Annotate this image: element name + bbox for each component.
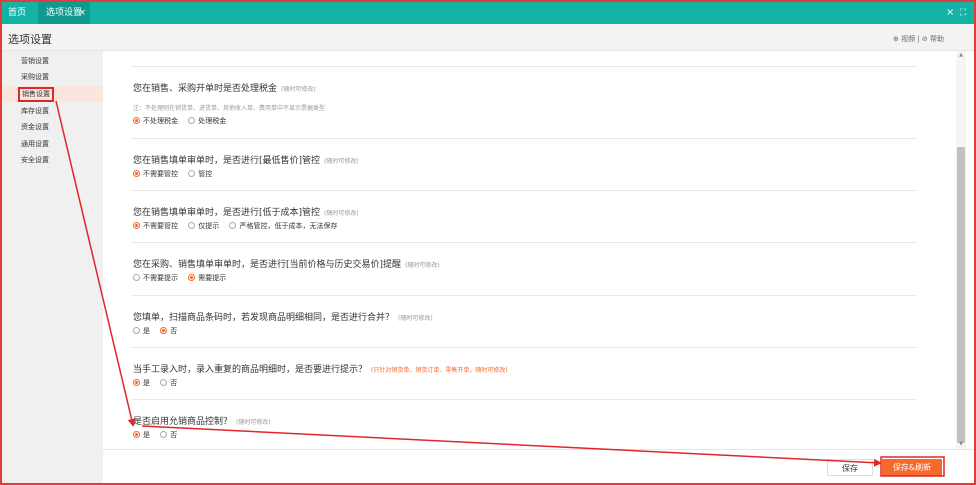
radio-option[interactable]: 管控 bbox=[188, 169, 212, 179]
save-button[interactable]: 保存 bbox=[827, 459, 873, 476]
radio-icon bbox=[160, 379, 168, 386]
radio-icon bbox=[188, 117, 196, 124]
radio-icon bbox=[188, 222, 196, 229]
save-refresh-button[interactable]: 保存&刷新 bbox=[882, 459, 942, 476]
modify-tag: (随时可修改) bbox=[236, 419, 271, 426]
radio-option[interactable]: 处理税金 bbox=[188, 116, 226, 126]
radio-icon bbox=[160, 431, 168, 438]
sidebar-item-inventory[interactable]: 库存设置 bbox=[2, 103, 103, 119]
radio-selected-icon bbox=[188, 274, 196, 281]
maximize-icon[interactable]: ⛶ bbox=[960, 2, 966, 24]
help-link[interactable]: ⊘ 帮助 bbox=[922, 35, 944, 43]
radio-option[interactable]: 是 bbox=[133, 326, 150, 336]
setting-below-cost: 您在销售填单审单时，是否进行[低于成本]管控 (随时可修改) 不需要管控 仅提示 … bbox=[131, 190, 917, 242]
radio-option[interactable]: 严格管控，低于成本，无法保存 bbox=[229, 221, 337, 231]
modify-tag: (随时可修改) bbox=[398, 315, 433, 322]
setting-title: 您在销售、采购开单时是否处理税金 (随时可修改) bbox=[133, 84, 316, 94]
radio-selected-icon bbox=[133, 170, 140, 177]
radio-selected-icon bbox=[133, 222, 140, 229]
sidebar-item-sales[interactable]: 销售设置 bbox=[2, 86, 103, 102]
tab-label: 选项设置 bbox=[46, 8, 83, 18]
radio-selected-icon bbox=[133, 431, 140, 438]
setting-title: 您填单，扫描商品条码时，若发现商品明细相同，是否进行合并？ (随时可修改) bbox=[133, 313, 433, 323]
settings-panel: 您在销售、采购开单时是否处理税金 (随时可修改) 注：不处理则在销货单、进货单、其… bbox=[103, 51, 956, 449]
separator: | bbox=[917, 35, 920, 43]
footer-bar: 保存 保存&刷新 bbox=[103, 449, 974, 483]
scroll-down-icon[interactable]: ▼ bbox=[957, 441, 965, 447]
radio-icon bbox=[188, 170, 196, 177]
radio-icon bbox=[133, 327, 140, 334]
modify-tag: (随时可修改) bbox=[324, 210, 359, 217]
radio-option[interactable]: 是 bbox=[133, 378, 150, 388]
setting-tax: 您在销售、采购开单时是否处理税金 (随时可修改) 注：不处理则在销货单、进货单、其… bbox=[131, 66, 917, 138]
radio-option[interactable]: 否 bbox=[160, 378, 177, 388]
sidebar-item-security[interactable]: 安全设置 bbox=[2, 152, 103, 168]
setting-note: 注：不处理则在销货单、进货单、其他收入单、费用单中不显示票据类型 bbox=[133, 105, 326, 112]
radio-selected-icon bbox=[133, 117, 140, 124]
setting-title: 当手工录入时，录入重复的商品明细时，是否要进行提示？ (只针对销货单、销货订单、零… bbox=[133, 365, 508, 375]
radio-option[interactable]: 不需要提示 bbox=[133, 273, 178, 283]
radio-option[interactable]: 否 bbox=[160, 326, 177, 336]
radio-icon bbox=[133, 274, 140, 281]
radio-selected-icon bbox=[160, 327, 168, 334]
radio-option[interactable]: 需要提示 bbox=[188, 273, 226, 283]
setting-barcode-merge: 您填单，扫描商品条码时，若发现商品明细相同，是否进行合并？ (随时可修改) 是 否 bbox=[131, 295, 917, 347]
setting-price-reminder: 您在采购、销售填单审单时，是否进行[当前价格与历史交易价]提醒 (随时可修改) 不… bbox=[131, 242, 917, 295]
radio-option[interactable]: 不需要管控 bbox=[133, 169, 178, 179]
setting-title: 您在销售填单审单时，是否进行[低于成本]管控 (随时可修改) bbox=[133, 208, 359, 218]
modify-tag: (随时可修改) bbox=[405, 262, 440, 269]
modify-tag: (只针对销货单、销货订单、零售开单，随时可修改) bbox=[371, 367, 508, 374]
page-header: 选项设置 ⊕ 视频 | ⊘ 帮助 bbox=[2, 24, 974, 51]
tab-home[interactable]: 首页 bbox=[8, 2, 26, 24]
help-links: ⊕ 视频 | ⊘ 帮助 bbox=[893, 34, 944, 44]
scroll-up-icon[interactable]: ▲ bbox=[957, 52, 965, 58]
radio-option[interactable]: 否 bbox=[160, 430, 177, 440]
radio-option[interactable]: 不处理税金 bbox=[133, 116, 178, 126]
radio-option[interactable]: 仅提示 bbox=[188, 221, 219, 231]
scroll-thumb[interactable] bbox=[957, 147, 965, 443]
vertical-scrollbar[interactable]: ▲ ▼ bbox=[956, 51, 966, 449]
sidebar-item-funds[interactable]: 资金设置 bbox=[2, 119, 103, 135]
page-title: 选项设置 bbox=[8, 33, 52, 46]
tab-close-icon[interactable]: × bbox=[78, 2, 86, 24]
sidebar-item-general[interactable]: 通用设置 bbox=[2, 136, 103, 152]
radio-option[interactable]: 不需要管控 bbox=[133, 221, 178, 231]
sidebar: 营销设置 采购设置 销售设置 库存设置 资金设置 通用设置 安全设置 bbox=[2, 51, 103, 483]
setting-title: 您在采购、销售填单审单时，是否进行[当前价格与历史交易价]提醒 (随时可修改) bbox=[133, 260, 440, 270]
setting-title: 是否启用允销商品控制？ (随时可修改) bbox=[133, 417, 271, 427]
setting-allowed-products: 是否启用允销商品控制？ (随时可修改) 是 否 bbox=[131, 399, 917, 449]
modify-tag: (随时可修改) bbox=[281, 86, 316, 93]
setting-min-price: 您在销售填单审单时，是否进行[最低售价]管控 (随时可修改) 不需要管控 管控 bbox=[131, 138, 917, 190]
close-icon[interactable]: × bbox=[946, 2, 954, 24]
radio-icon bbox=[229, 222, 237, 229]
tab-options-settings[interactable]: 选项设置 × bbox=[38, 2, 90, 24]
sidebar-item-purchase[interactable]: 采购设置 bbox=[2, 69, 103, 85]
setting-title: 您在销售填单审单时，是否进行[最低售价]管控 (随时可修改) bbox=[133, 156, 359, 166]
sidebar-item-marketing[interactable]: 营销设置 bbox=[2, 53, 103, 69]
tab-bar: 首页 选项设置 × × ⛶ bbox=[2, 2, 974, 24]
radio-selected-icon bbox=[133, 379, 140, 386]
radio-option[interactable]: 是 bbox=[133, 430, 150, 440]
video-link[interactable]: ⊕ 视频 bbox=[893, 35, 915, 43]
setting-duplicate-reminder: 当手工录入时，录入重复的商品明细时，是否要进行提示？ (只针对销货单、销货订单、零… bbox=[131, 347, 917, 399]
modify-tag: (随时可修改) bbox=[324, 158, 359, 165]
